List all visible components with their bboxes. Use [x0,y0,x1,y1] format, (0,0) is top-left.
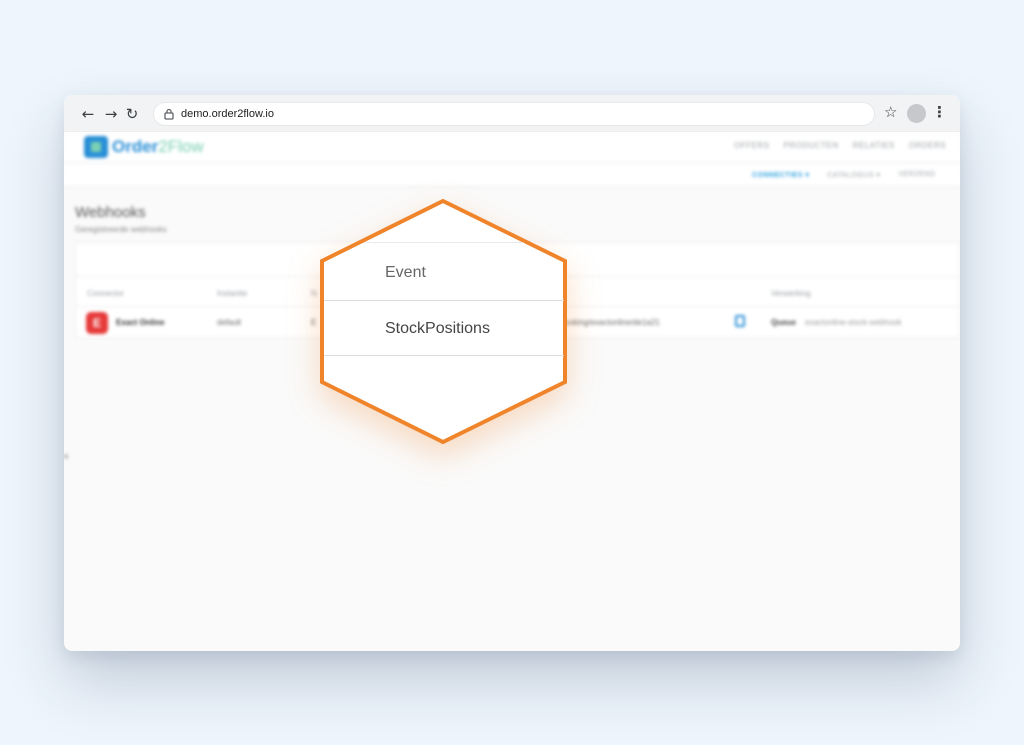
lock-icon [164,108,174,120]
reload-icon[interactable]: ↻ [122,104,142,124]
page-title: Webhooks [75,204,146,221]
address-bar[interactable]: demo.order2flow.io [153,102,875,126]
page-subtitle: Geregistreerde webhooks [75,225,167,234]
nav-orders[interactable]: ORDERS [909,141,946,150]
browser-toolbar: ← → ↻ demo.order2flow.io ☆ ⋮ [64,95,960,132]
arrow-left-icon[interactable]: ← [78,104,98,124]
nav-producten[interactable]: PRODUCTEN [784,141,839,150]
column-header-instantie[interactable]: Instantie [217,289,247,298]
logo[interactable]: Order2Flow [84,134,204,160]
webhook-url: k/booking/exactonline/de1a21 [554,318,660,327]
star-icon[interactable]: ☆ [884,103,897,121]
main-nav: OFFERS PRODUCTEN RELATIES ORDERS [734,141,946,150]
processing-detail: exactonline-stock-webhook [805,318,902,327]
column-header-verwerking[interactable]: Verwerking [771,289,811,298]
column-header-connector[interactable]: Connector [87,289,124,298]
callout-column-header-event: Event [385,264,426,281]
sub-nav-catalogus[interactable]: CATALOGUS ▾ [827,171,880,179]
webhook-name: E [311,318,317,327]
callout-divider [364,242,524,243]
arrow-right-icon[interactable]: → [101,104,121,124]
logo-icon [84,136,108,158]
sub-nav: CONNECTIES ▾ CATALOGUS ▾ VERZEND [752,171,935,179]
column-header-name[interactable]: N [311,289,317,298]
app-header: Order2Flow OFFERS PRODUCTEN RELATIES ORD… [64,132,960,163]
mouse-cursor-icon [64,453,71,461]
instance-name: default [217,318,242,327]
callout-divider [324,300,564,301]
exact-online-icon: E [86,312,108,334]
avatar[interactable] [907,104,926,123]
url-text: demo.order2flow.io [181,108,274,120]
nav-offers[interactable]: OFFERS [734,141,769,150]
callout-divider [324,355,564,356]
sub-nav-connecties[interactable]: CONNECTIES ▾ [752,171,809,179]
processing-type: Queue [771,318,796,327]
nav-relaties[interactable]: RELATIES [853,141,895,150]
callout-event-value: StockPositions [385,320,490,337]
sub-nav-verzend[interactable]: VERZEND [898,171,935,179]
kebab-icon[interactable]: ⋮ [932,103,947,121]
connector-name: Exact Online [116,318,165,327]
copy-icon[interactable] [735,315,745,327]
sub-nav-bar: CONNECTIES ▾ CATALOGUS ▾ VERZEND [64,163,960,187]
